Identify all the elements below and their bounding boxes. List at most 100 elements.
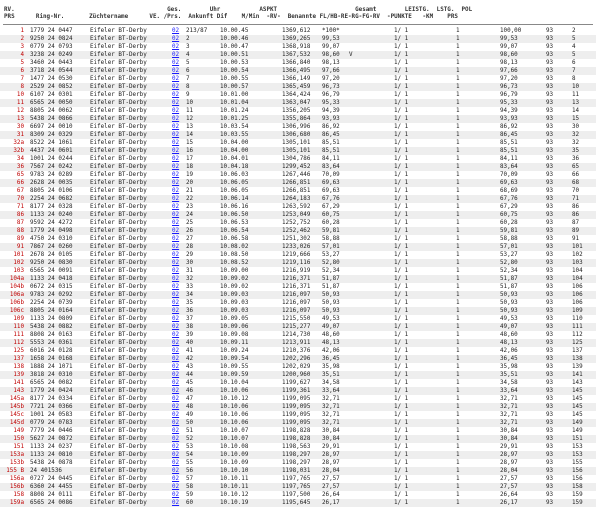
aspkt-rv-cell: 86,45	[322, 132, 340, 138]
ring-number-cell: 1133 24 0809	[30, 316, 73, 322]
leistung-km-cell: 93	[546, 452, 554, 458]
ve-link[interactable]: 02	[172, 443, 179, 451]
ve-link[interactable]: 02	[172, 307, 179, 315]
arrival-time-cell: 10.10.09	[220, 460, 249, 466]
leistung-punkte-cell: 96,79	[500, 92, 518, 98]
gesamt-cell: 1	[456, 300, 460, 306]
arrival-time-cell: 10.09.59	[220, 372, 249, 378]
ve-link[interactable]: 02	[172, 483, 179, 491]
ve-link[interactable]: 02	[172, 147, 179, 155]
ve-link[interactable]: 02	[172, 187, 179, 195]
ring-number-cell: 3460 24 0443	[30, 60, 73, 66]
ve-link[interactable]: 02	[172, 427, 179, 435]
ve-link[interactable]: 02	[172, 451, 179, 459]
ve-link[interactable]: 02	[172, 155, 179, 163]
fl-hb-cell: 1/ 1	[394, 444, 409, 450]
ve-link[interactable]: 02	[172, 75, 179, 83]
ve-link[interactable]: 02	[172, 27, 179, 35]
leistung-km-cell: 93	[546, 260, 554, 266]
ve-link[interactable]: 02	[172, 107, 179, 115]
total-pairs-cell: 34	[186, 292, 194, 298]
ve-link[interactable]: 02	[172, 131, 179, 139]
ve-link[interactable]: 02	[172, 379, 179, 387]
leistung-punkte-cell: 34,58	[500, 380, 518, 386]
ve-link[interactable]: 02	[172, 291, 179, 299]
ve-link[interactable]: 02	[172, 435, 179, 443]
ve-link[interactable]: 02	[172, 331, 179, 339]
rank-cell: 2	[20, 36, 24, 42]
ve-link[interactable]: 02	[172, 139, 179, 147]
ve-link[interactable]: 02	[172, 59, 179, 67]
ve-link[interactable]: 02	[172, 115, 179, 123]
ve-link[interactable]: 02	[172, 395, 179, 403]
arrival-time-cell: 10.09.00	[220, 268, 249, 274]
ve-link[interactable]: 02	[172, 275, 179, 283]
ring-number-cell: 2254 24 0739	[30, 300, 73, 306]
ve-link[interactable]: 02	[172, 419, 179, 427]
ve-link[interactable]: 02	[172, 283, 179, 291]
ve-link[interactable]: 02	[172, 347, 179, 355]
ve-link[interactable]: 02	[172, 251, 179, 259]
total-pairs-cell: 49	[186, 412, 194, 418]
ve-link[interactable]: 02	[172, 355, 179, 363]
ve-link[interactable]: 02	[172, 491, 179, 499]
ve-link[interactable]: 02	[172, 43, 179, 51]
ve-link[interactable]: 02	[172, 403, 179, 411]
leistung-punkte-cell: 99,07	[500, 44, 518, 50]
ve-link[interactable]: 02	[172, 35, 179, 43]
ve-link[interactable]: 02	[172, 51, 179, 59]
pol-prs-cell: 91	[572, 236, 580, 242]
aspkt-rv-cell: 32,71	[322, 412, 340, 418]
ve-link[interactable]: 02	[172, 123, 179, 131]
ve-link[interactable]: 02	[172, 179, 179, 187]
speed-cell: 1363,047	[282, 100, 311, 106]
ve-link[interactable]: 02	[172, 267, 179, 275]
ve-link[interactable]: 02	[172, 499, 179, 507]
breeder-name-cell: Eifeler BT-Derby	[90, 396, 147, 402]
ve-link[interactable]: 02	[172, 323, 179, 331]
ve-link[interactable]: 02	[172, 299, 179, 307]
ve-link[interactable]: 02	[172, 203, 179, 211]
ve-link[interactable]: 02	[172, 67, 179, 75]
ve-link[interactable]: 02	[172, 467, 179, 475]
breeder-name-cell: Eifeler BT-Derby	[90, 380, 147, 386]
breeder-name-cell: Eifeler BT-Derby	[90, 308, 147, 314]
ve-link[interactable]: 02	[172, 235, 179, 243]
ve-link[interactable]: 02	[172, 411, 179, 419]
aspkt-rv-cell: 29,91	[322, 444, 340, 450]
ve-link[interactable]: 02	[172, 259, 179, 267]
ve-link[interactable]: 02	[172, 371, 179, 379]
ve-link[interactable]: 02	[172, 99, 179, 107]
ve-link[interactable]: 02	[172, 475, 179, 483]
ve-link[interactable]: 02	[172, 163, 179, 171]
ve-link[interactable]: 02	[172, 315, 179, 323]
ve-link[interactable]: 02	[172, 363, 179, 371]
ve-link[interactable]: 02	[172, 339, 179, 347]
ve-link[interactable]: 02	[172, 83, 179, 91]
ve-link[interactable]: 02	[172, 91, 179, 99]
table-row: 13 5438 24 0866 Eifeler BT-Derby 02 12 10.01.…	[0, 115, 596, 123]
leistung-punkte-cell: 28,97	[500, 460, 518, 466]
arrival-time-cell: 10.09.11	[220, 340, 249, 346]
ve-link[interactable]: 02	[172, 171, 179, 179]
ve-link[interactable]: 02	[172, 243, 179, 251]
rank-cell: 137	[13, 356, 24, 362]
ve-link[interactable]: 02	[172, 195, 179, 203]
ve-link[interactable]: 02	[172, 211, 179, 219]
ve-link[interactable]: 02	[172, 227, 179, 235]
arrival-time-cell: 10.01.25	[220, 116, 249, 122]
breeder-name-cell: Eifeler BT-Derby	[90, 476, 147, 482]
fl-hb-cell: 1/ 1	[394, 252, 409, 258]
table-row: 11 6565 24 0050 Eifeler BT-Derby 02 10 10.01.…	[0, 99, 596, 107]
pol-prs-cell: 14	[572, 108, 580, 114]
arrival-time-cell: 10.09.06	[220, 324, 249, 330]
ve-link[interactable]: 02	[172, 459, 179, 467]
ve-link[interactable]: 02	[172, 219, 179, 227]
speed-cell: 1216,919	[282, 268, 311, 274]
breeder-name-cell: Eifeler BT-Derby	[90, 84, 147, 90]
rank-cell: 32a	[13, 140, 24, 146]
ve-link[interactable]: 02	[172, 387, 179, 395]
leistung-punkte-cell: 98,60	[500, 52, 518, 58]
table-row: 8 2529 24 0852 Eifeler BT-Derby 02 8 10.00.57…	[0, 83, 596, 91]
ring-number-cell: 6016 24 0128	[30, 348, 73, 354]
